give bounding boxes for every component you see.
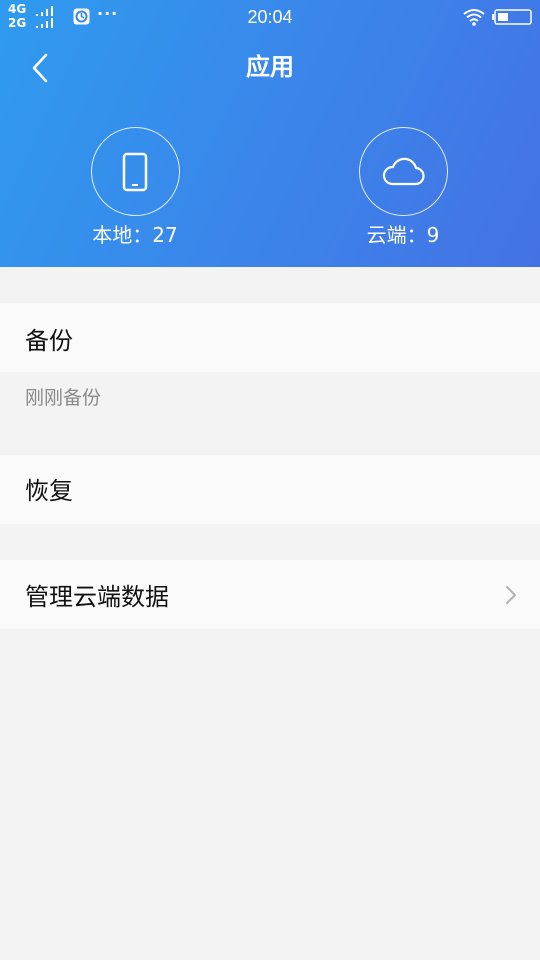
chevron-right-icon xyxy=(505,585,517,605)
local-stat[interactable]: 本地： 27 xyxy=(55,127,215,248)
cloud-stat-circle[interactable] xyxy=(358,127,448,216)
local-separator: ： xyxy=(132,223,153,247)
restore-row[interactable]: 恢复 xyxy=(0,455,540,524)
cloud-separator: ： xyxy=(406,223,427,247)
local-label: 本地 xyxy=(92,223,133,247)
manage-cloud-data-row[interactable]: 管理云端数据 xyxy=(0,560,540,629)
status-time: 20:04 xyxy=(247,7,293,27)
cloud-count: 9 xyxy=(426,223,440,247)
page-title: 应用 xyxy=(246,53,294,81)
local-stat-label: 本地： 27 xyxy=(55,222,215,248)
local-count: 27 xyxy=(152,223,178,247)
backup-label: 备份 xyxy=(25,327,73,355)
cloud-stat[interactable]: 云端： 9 xyxy=(323,127,483,248)
cloud-icon xyxy=(382,157,425,185)
last-backup-time: 刚刚备份 xyxy=(25,387,102,409)
manage-cloud-data-label: 管理云端数据 xyxy=(25,583,169,611)
battery-icon xyxy=(492,9,532,25)
status-bar: 4G 2G ··· 20:04 xyxy=(0,0,540,36)
local-stat-circle[interactable] xyxy=(90,127,180,216)
cloud-stat-label: 云端： 9 xyxy=(323,222,483,248)
backup-row[interactable]: 备份 xyxy=(0,303,540,372)
cloud-label: 云端 xyxy=(366,223,407,247)
wifi-icon xyxy=(463,9,485,26)
header: 4G 2G ··· 20:04 应用 本地 ： 27 云端 ： 9 xyxy=(0,0,540,267)
phone-icon xyxy=(122,152,148,191)
restore-label: 恢复 xyxy=(25,477,73,505)
